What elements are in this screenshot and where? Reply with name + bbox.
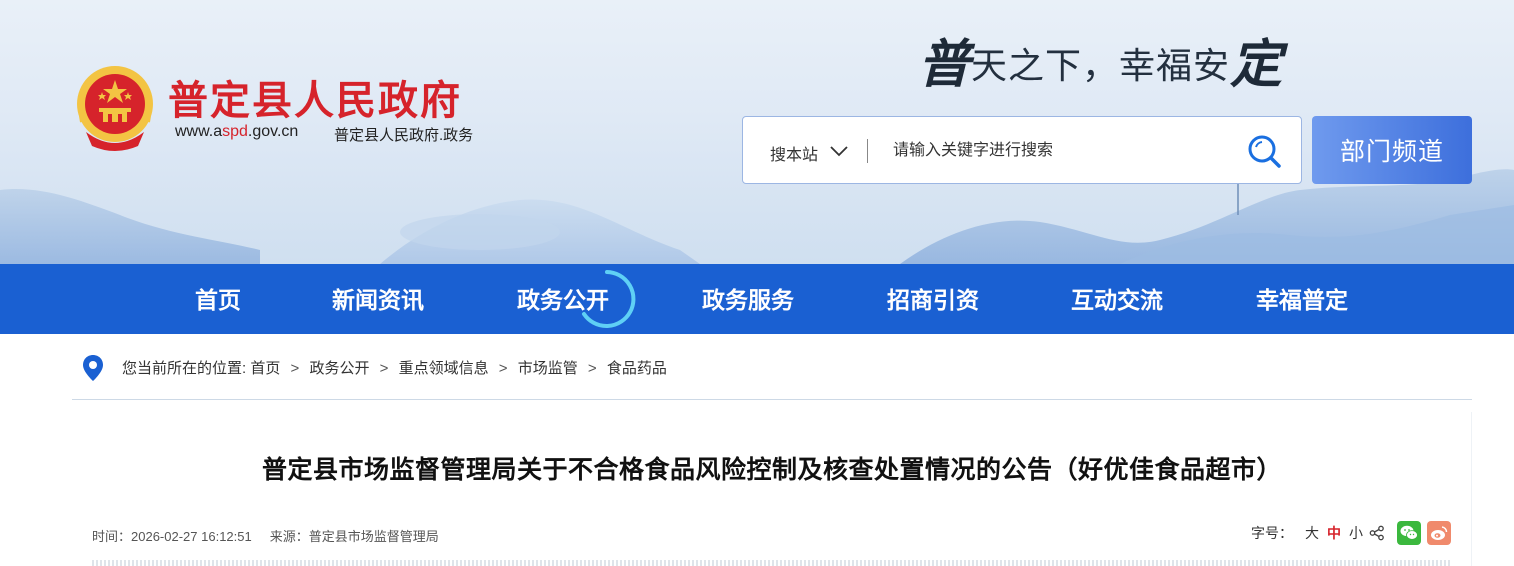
breadcrumb-home[interactable]: 首页 bbox=[250, 357, 280, 378]
nav-item-interaction[interactable]: 互动交流 bbox=[1071, 264, 1163, 334]
breadcrumb-food-drugs[interactable]: 食品药品 bbox=[607, 357, 667, 378]
breadcrumb-prefix: 您当前所在的位置: bbox=[122, 360, 247, 377]
font-size-label: 字号： bbox=[1251, 525, 1293, 541]
search-box: 搜本站 bbox=[742, 116, 1302, 184]
article-title: 普定县市场监督管理局关于不合格食品风险控制及核查处置情况的公告（好优佳食品超市） bbox=[261, 456, 1282, 484]
nav-item-government-affairs[interactable]: 政务公开 bbox=[517, 264, 609, 334]
article-tools: 字号： 大 中 小 bbox=[1251, 520, 1451, 546]
national-emblem-icon bbox=[77, 66, 153, 151]
breadcrumb-key-areas[interactable]: 重点领域信息 bbox=[399, 357, 489, 378]
nav-item-investment[interactable]: 招商引资 bbox=[887, 264, 979, 334]
breadcrumb-trail: 您当前所在的位置: 首页 > 政务公开 > 重点领域信息 > 市场监管 > 食品… bbox=[122, 357, 667, 378]
nav-item-home[interactable]: 首页 bbox=[195, 264, 241, 334]
publish-time: 2026-02-27 16:12:51 bbox=[131, 529, 252, 544]
department-channel-button[interactable]: 部门频道 bbox=[1312, 116, 1472, 184]
location-pin-icon bbox=[83, 355, 103, 381]
source-label: 来源： bbox=[269, 529, 309, 544]
site-name: 普定县人民政府 bbox=[168, 79, 462, 123]
breadcrumb-market-supervision[interactable]: 市场监管 bbox=[518, 357, 578, 378]
chevron-down-icon[interactable] bbox=[829, 144, 849, 158]
search-scope-select[interactable]: 搜本站 bbox=[770, 141, 818, 165]
search-icon[interactable] bbox=[1246, 133, 1282, 169]
search-divider bbox=[867, 139, 868, 163]
nav-item-news[interactable]: 新闻资讯 bbox=[332, 264, 424, 334]
breadcrumb-separator: > bbox=[379, 360, 389, 377]
site-subtitle: 普定县人民政府.政务 bbox=[334, 127, 474, 144]
site-url: www.aspd.gov.cn bbox=[175, 123, 299, 140]
breadcrumb-separator: > bbox=[290, 360, 300, 377]
header-slogan: 普天之下，幸福安定 bbox=[918, 34, 1284, 95]
article-source: 普定县市场监督管理局 bbox=[308, 529, 439, 544]
breadcrumb: 您当前所在的位置: 首页 > 政务公开 > 重点领域信息 > 市场监管 > 食品… bbox=[72, 334, 1472, 400]
nav-item-government-services[interactable]: 政务服务 bbox=[702, 264, 794, 334]
nav-item-happy-puding[interactable]: 幸福普定 bbox=[1256, 264, 1348, 334]
breadcrumb-separator: > bbox=[587, 360, 597, 377]
font-size-small[interactable]: 小 bbox=[1349, 523, 1363, 543]
weibo-share-icon[interactable] bbox=[1427, 521, 1451, 545]
share-icon[interactable] bbox=[1369, 525, 1385, 541]
article: 普定县市场监督管理局关于不合格食品风险控制及核查处置情况的公告（好优佳食品超市）… bbox=[72, 412, 1472, 566]
font-size-medium[interactable]: 中 bbox=[1327, 523, 1341, 543]
site-header: 普定县人民政府 www.aspd.gov.cn 普定县人民政府.政务 普天之下，… bbox=[0, 0, 1514, 264]
time-label: 时间： bbox=[92, 529, 132, 544]
main-nav: 首页 新闻资讯 政务公开 政务服务 招商引资 互动交流 幸福普定 bbox=[0, 264, 1514, 334]
wechat-share-icon[interactable] bbox=[1397, 521, 1421, 545]
article-divider bbox=[92, 560, 1452, 566]
font-size-large[interactable]: 大 bbox=[1305, 523, 1319, 543]
breadcrumb-separator: > bbox=[498, 360, 508, 377]
breadcrumb-government-affairs[interactable]: 政务公开 bbox=[309, 357, 369, 378]
article-meta: 时间：2026-02-27 16:12:51 来源：普定县市场监督管理局 bbox=[92, 526, 439, 545]
search-input[interactable] bbox=[893, 134, 1223, 168]
